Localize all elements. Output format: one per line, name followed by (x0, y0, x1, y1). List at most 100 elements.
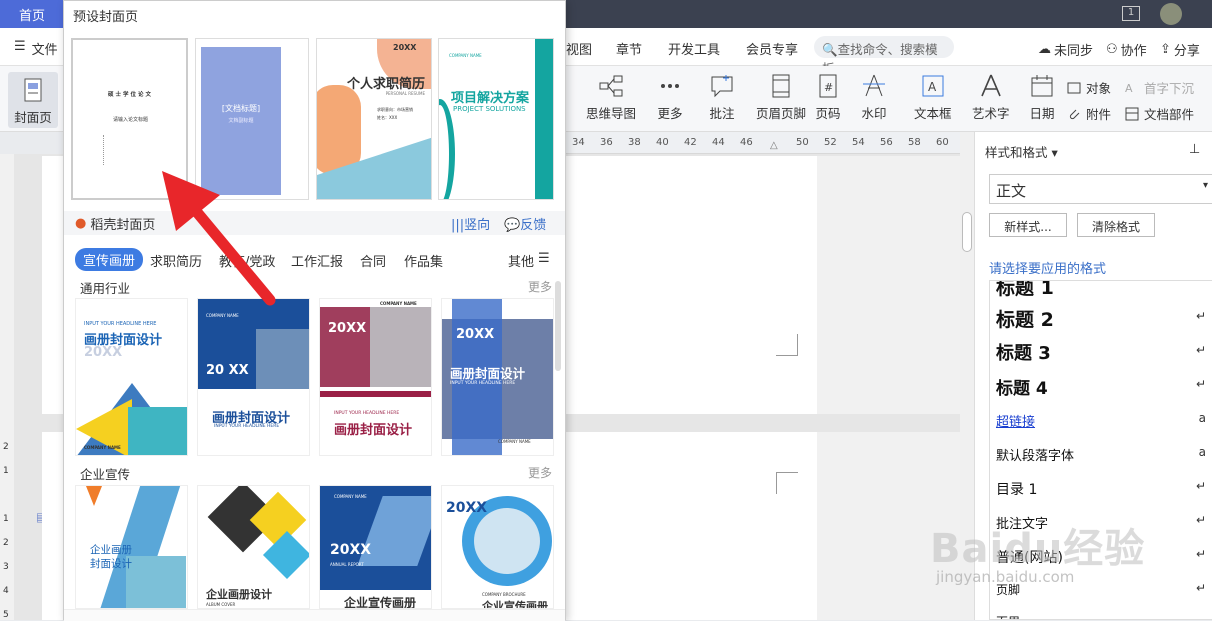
header-footer-icon (772, 74, 790, 98)
hamburger-icon: ☰ (14, 39, 26, 54)
art-text-icon (981, 74, 1001, 97)
new-style-button[interactable]: 新样式... (989, 213, 1067, 237)
home-tab[interactable]: 首页 (0, 0, 64, 28)
return-icon: ↵ (1195, 309, 1206, 323)
cover-card[interactable]: INPUT YOUR HEADLINE HERE 画册封面设计 20XX COM… (75, 298, 188, 456)
more-link-general[interactable]: 更多 (528, 278, 552, 295)
tab-portfolio[interactable]: 作品集 (404, 251, 443, 270)
collab-button[interactable]: ⚇ 协作 (1106, 40, 1147, 59)
style-item-default-font[interactable]: 默认段落字体 (996, 445, 1074, 464)
object-button[interactable]: 对象 (1066, 78, 1111, 97)
menu-developer[interactable]: 开发工具 (668, 39, 720, 58)
page-number-button[interactable]: # 页码 (814, 72, 842, 122)
object-icon (1067, 82, 1081, 93)
cloud-icon: ☁ (1038, 42, 1051, 57)
header-footer-button[interactable]: 页眉页脚 (756, 72, 806, 122)
preset-cover-resume[interactable]: 20XX 个人求职简历 PERSONAL RESUME 求职意向：市场营销 姓名… (316, 38, 432, 200)
page-number-icon: # (819, 74, 837, 98)
share-button[interactable]: ⇪ 分享 (1160, 40, 1200, 59)
tab-work-report[interactable]: 工作汇报 (291, 251, 343, 270)
return-icon: ↵ (1195, 343, 1206, 357)
cover-card[interactable]: 企业画册封面设计 (75, 485, 188, 609)
orientation-icon: ||| (451, 218, 465, 233)
watermark-url: jingyan.baidu.com (936, 568, 1075, 586)
textbox-button[interactable]: A 文本框 (914, 72, 952, 122)
calendar-icon (1031, 75, 1053, 97)
style-item-toc1[interactable]: 目录 1 (996, 479, 1037, 499)
tab-brochure[interactable]: 宣传画册 (75, 248, 144, 271)
preset-cover-project[interactable]: COMPANY NAME 项目解决方案 PROJECT SOLUTIONS (438, 38, 554, 200)
return-icon: ↵ (1195, 513, 1206, 527)
feedback-icon: 💬 (504, 218, 521, 233)
comment-icon (711, 75, 733, 98)
cover-card[interactable]: 企业画册设计 ALBUM COVER (197, 485, 310, 609)
horizontal-ruler: 34 36 38 40 42 44 46 △ 50 52 54 56 58 60 (566, 132, 960, 154)
section-title-general: 通用行业 (80, 281, 131, 296)
style-item-header[interactable]: 页眉 (996, 613, 1020, 619)
search-icon: 🔍 (822, 42, 838, 57)
panel-title: 预设封面页 (73, 10, 139, 25)
vertical-ruler: 2 1 1 2 3 4 5 (0, 154, 14, 620)
styles-prompt: 请选择要应用的格式 (989, 262, 1107, 277)
pin-icon[interactable]: ⊥ (1189, 142, 1200, 157)
indent-marker-icon[interactable]: △ (770, 140, 778, 151)
avatar[interactable] (1160, 3, 1182, 25)
paperclip-icon (1069, 109, 1080, 119)
art-text-button[interactable]: 艺术字 (972, 72, 1010, 122)
margin-corner-mark (776, 472, 798, 494)
sync-button[interactable]: ☁ 未同步 (1038, 40, 1093, 59)
cover-card[interactable]: COMPANY NAME 20XX INPUT YOUR HEADLINE HE… (319, 298, 432, 456)
menu-chapter[interactable]: 章节 (616, 39, 642, 58)
more-icon (661, 84, 679, 88)
menu-member[interactable]: 会员专享 (746, 39, 798, 58)
char-style-icon: a (1198, 411, 1206, 425)
comment-button[interactable]: 批注 (708, 72, 736, 122)
other-categories[interactable]: 其他 ☰ (508, 251, 550, 270)
doc-parts-button[interactable]: 文档部件 (1124, 104, 1194, 123)
margin-corner-mark (776, 334, 798, 356)
cover-card[interactable]: COMPANY NAME 20XX ANNUAL REPORT 企业宣传画册 (319, 485, 432, 609)
vertical-toggle[interactable]: |||竖向 (451, 214, 490, 233)
mindmap-button[interactable]: 思维导图 (586, 72, 636, 122)
style-item-heading4[interactable]: 标题 4 (996, 374, 1048, 399)
share-icon: ⇪ (1160, 42, 1171, 57)
panel-footer (64, 609, 565, 621)
style-item-heading3[interactable]: 标题 3 (996, 339, 1051, 365)
style-item-heading2[interactable]: 标题 2 (996, 305, 1054, 332)
window-count-icon[interactable]: 1 (1122, 6, 1140, 21)
more-button[interactable]: 更多 (656, 72, 684, 122)
menu-view[interactable]: 视图 (566, 39, 592, 58)
watermark-button[interactable]: 水印 (860, 72, 888, 122)
panel-scrollbar[interactable] (555, 281, 561, 371)
style-item-heading1[interactable]: 标题 1 (996, 281, 1054, 300)
styles-panel-title[interactable]: 样式和格式 ▾ (985, 142, 1058, 161)
tab-contract[interactable]: 合同 (360, 251, 386, 270)
svg-text:A: A (928, 80, 937, 94)
feedback-button[interactable]: 💬反馈 (504, 214, 546, 233)
page-margin (817, 156, 960, 414)
chevron-down-icon: ▾ (1202, 180, 1208, 191)
scrollbar-thumb[interactable] (962, 212, 972, 252)
red-arrow-annotation (162, 171, 276, 306)
cover-card[interactable]: COMPANY NAME 20 XX 画册封面设计 INPUT YOUR HEA… (197, 298, 310, 456)
style-item-hyperlink[interactable]: 超链接 (996, 411, 1035, 430)
cover-page-icon (24, 78, 42, 102)
file-menu[interactable]: ☰ 文件 (14, 39, 58, 58)
attachment-button[interactable]: 附件 (1066, 104, 1111, 123)
current-style-select[interactable]: 正文 ▾ (989, 174, 1212, 204)
doc-parts-icon (1125, 107, 1139, 120)
flame-icon: ● (75, 216, 87, 231)
return-icon: ↵ (1195, 377, 1206, 391)
drop-cap-icon: A (1125, 82, 1133, 95)
date-button[interactable]: 日期 (1028, 72, 1056, 122)
cover-card[interactable]: 20XX 画册封面设计 INPUT YOUR HEADLINE HERE COM… (441, 298, 554, 456)
cover-card[interactable]: 20XX COMPANY BROCHURE 企业宣传画册 (441, 485, 554, 609)
more-link-enterprise[interactable]: 更多 (528, 464, 552, 481)
section-title-enterprise: 企业宣传 (80, 467, 131, 482)
clear-format-button[interactable]: 清除格式 (1077, 213, 1155, 237)
docer-brand: ● 稻壳封面页 (75, 216, 156, 233)
return-icon: ↵ (1195, 581, 1206, 595)
cover-page-button[interactable]: 封面页 (8, 72, 58, 128)
command-search[interactable]: 🔍查找命令、搜索模板 (814, 36, 954, 76)
drop-cap-button[interactable]: A 首字下沉 (1124, 78, 1194, 97)
